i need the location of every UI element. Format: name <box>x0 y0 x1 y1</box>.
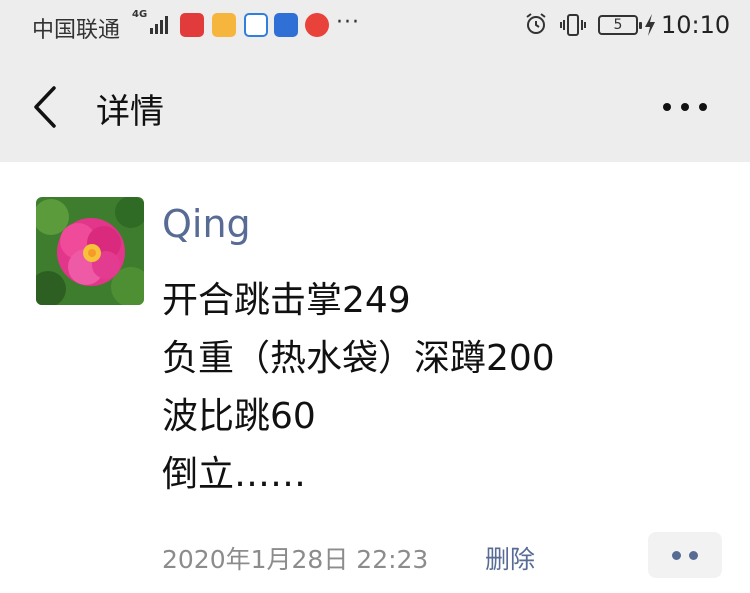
battery-icon: 5 <box>598 15 642 35</box>
back-arrow-icon[interactable] <box>28 84 62 130</box>
page-title: 详情 <box>96 92 164 132</box>
comment-icon[interactable] <box>648 532 722 578</box>
more-icon[interactable] <box>660 92 710 122</box>
post-content: 开合跳击掌249 负重（热水袋）深蹲200 波比跳60 倒立…… <box>162 272 722 504</box>
nav-bar: 详情 <box>0 52 750 162</box>
app-notification-icon <box>212 13 236 37</box>
dot-right <box>689 551 698 560</box>
avatar[interactable] <box>36 197 144 305</box>
app-notification-icon <box>274 13 298 37</box>
delete-link[interactable]: 删除 <box>485 540 535 576</box>
status-bar: 中国联通 4G ··· 5 10:10 <box>0 0 750 52</box>
moment-post: Qing 开合跳击掌249 负重（热水袋）深蹲200 波比跳60 倒立…… 20… <box>0 162 750 593</box>
more-notifications: ··· <box>336 10 360 35</box>
content-line: 负重（热水袋）深蹲200 <box>162 338 555 379</box>
app-notification-icon <box>244 13 268 37</box>
post-timestamp: 2020年1月28日 22:23 <box>162 545 429 574</box>
alarm-icon <box>526 13 546 34</box>
content-line: 波比跳60 <box>162 396 316 437</box>
dot-left <box>672 551 681 560</box>
carrier-label: 中国联通 <box>32 18 121 43</box>
vibrate-icon <box>560 14 586 36</box>
content-line: 开合跳击掌249 <box>162 280 411 321</box>
peony-flower-image <box>36 197 144 305</box>
clock: 10:10 <box>661 11 731 39</box>
network-type: 4G <box>132 9 148 20</box>
content-line: 倒立…… <box>162 454 307 495</box>
author-name[interactable]: Qing <box>162 202 251 246</box>
app-notification-icon <box>180 13 204 37</box>
signal-icon <box>150 16 168 34</box>
app-notification-icon <box>305 13 329 37</box>
charging-icon <box>645 14 655 36</box>
